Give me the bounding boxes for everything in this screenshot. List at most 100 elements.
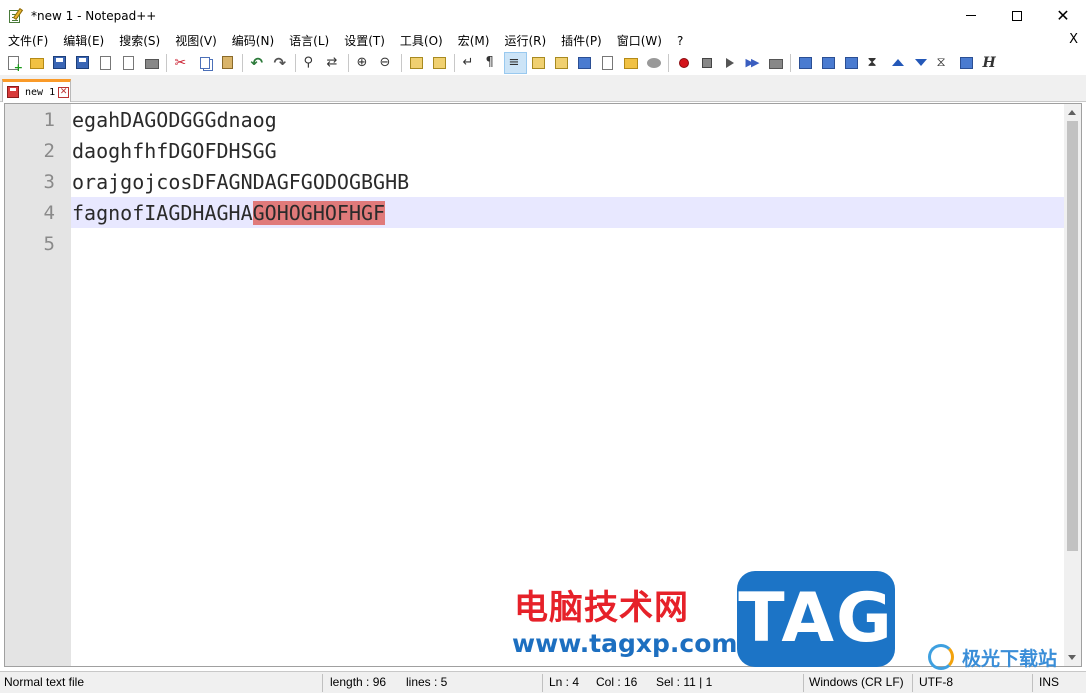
close-file-icon	[100, 55, 111, 70]
scroll-up-icon[interactable]	[1068, 110, 1076, 115]
scrollbar-thumb[interactable]	[1067, 121, 1078, 551]
menu-help[interactable]: ?	[669, 34, 690, 48]
window-controls: ✕	[948, 0, 1086, 31]
record-macro-icon	[678, 57, 689, 68]
save-macro-button[interactable]	[764, 52, 787, 74]
toolbar-separator	[242, 53, 243, 72]
folder-workspace-button[interactable]	[619, 52, 642, 74]
undo-icon: ↶	[250, 53, 264, 72]
toolbar-separator	[166, 53, 167, 72]
plugin-button-6[interactable]	[955, 52, 978, 74]
zoom-out-button[interactable]: ⊖	[375, 52, 398, 74]
save-macro-icon	[768, 59, 783, 69]
menu-macro[interactable]: 宏(M)	[450, 32, 497, 49]
doc-map-button[interactable]	[550, 52, 573, 74]
sync-horizontal-button[interactable]	[428, 52, 451, 74]
notepad-app-icon	[8, 7, 24, 24]
tab-close-icon[interactable]: ✕	[58, 86, 70, 98]
stop-macro-button[interactable]	[695, 52, 718, 74]
code-line[interactable]: egahDAGODGGGdnaog	[71, 105, 277, 136]
function-list-button[interactable]	[596, 52, 619, 74]
plugin-button-1[interactable]	[794, 52, 817, 74]
code-line[interactable]: daoghfhfDGOFDHSGG	[71, 136, 277, 167]
show-all-chars-button[interactable]: ¶	[481, 52, 504, 74]
status-mode[interactable]: INS	[1039, 675, 1059, 689]
udl-icon	[532, 56, 545, 69]
watermark-url: www.tagxp.com	[512, 629, 738, 658]
menu-encoding[interactable]: 编码(N)	[224, 32, 281, 49]
line-number: 2	[43, 140, 55, 162]
zoom-out-icon: ⊖	[379, 54, 391, 70]
plugin-button-4[interactable]: ⧗	[863, 52, 886, 74]
undo-button[interactable]: ↶	[246, 52, 269, 74]
doc-list-button[interactable]	[573, 52, 596, 74]
record-macro-button[interactable]	[672, 52, 695, 74]
open-file-button[interactable]	[25, 52, 48, 74]
h-button[interactable]: H	[978, 52, 1001, 74]
code-line[interactable]	[71, 229, 72, 260]
menu-file[interactable]: 文件(F)	[0, 32, 55, 49]
find-button[interactable]: ⚲	[299, 52, 322, 74]
close-all-button[interactable]	[117, 52, 140, 74]
plugin-icon-6	[960, 56, 973, 69]
status-encoding[interactable]: UTF-8	[919, 675, 953, 689]
monitoring-button[interactable]	[642, 52, 665, 74]
code-text: egahDAGODGGGdnaog	[72, 108, 277, 132]
indent-guide-button[interactable]: ≡	[504, 51, 527, 74]
zoom-in-button[interactable]: ⊕	[352, 52, 375, 74]
paste-button[interactable]	[216, 52, 239, 74]
save-all-button[interactable]	[71, 52, 94, 74]
menu-search[interactable]: 搜索(S)	[111, 32, 167, 49]
print-button[interactable]	[140, 52, 163, 74]
menu-language[interactable]: 语言(L)	[281, 32, 336, 49]
menu-settings[interactable]: 设置(T)	[336, 32, 392, 49]
menu-window[interactable]: 窗口(W)	[609, 32, 669, 49]
copy-icon	[199, 56, 210, 69]
menu-bar: 文件(F) 编辑(E) 搜索(S) 视图(V) 编码(N) 语言(L) 设置(T…	[0, 31, 1086, 50]
plugin-icon-1	[799, 56, 812, 69]
status-length: length : 96	[330, 675, 387, 689]
find-icon: ⚲	[303, 54, 314, 70]
plugin-button-3[interactable]	[840, 52, 863, 74]
menu-edit[interactable]: 编辑(E)	[55, 32, 111, 49]
replace-button[interactable]: ⇄	[322, 52, 345, 74]
close-document-button[interactable]: X	[1069, 32, 1078, 47]
toolbar: ✂ ↶ ↷ ⚲ ⇄ ⊕ ⊖ ↵ ¶ ≡ ▶▶ ⧗ ⧖ H	[0, 50, 1086, 75]
close-file-button[interactable]	[94, 52, 117, 74]
code-line[interactable]: orajgojcosDFAGNDAGFGODOGBGHB	[71, 167, 409, 198]
play-macro-button[interactable]	[718, 52, 741, 74]
line-number: 4	[43, 202, 55, 224]
arrow-down-button[interactable]	[909, 52, 932, 74]
redo-icon: ↷	[273, 53, 287, 72]
code-line-current[interactable]: fagnofIAGDHAGHAGOHOGHOFHGF	[71, 198, 386, 229]
tab-new-1[interactable]: new 1 ✕	[2, 79, 71, 102]
menu-tools[interactable]: 工具(O)	[392, 32, 450, 49]
zoom-in-icon: ⊕	[356, 54, 368, 70]
sync-vertical-button[interactable]	[405, 52, 428, 74]
minimize-button[interactable]	[948, 0, 994, 31]
arrow-up-button[interactable]	[886, 52, 909, 74]
plugin-button-2[interactable]	[817, 52, 840, 74]
vertical-scrollbar[interactable]	[1064, 104, 1081, 666]
h-icon: H	[982, 54, 996, 71]
save-button[interactable]	[48, 52, 71, 74]
play-macro-icon	[725, 57, 734, 68]
status-divider	[322, 674, 323, 692]
copy-button[interactable]	[193, 52, 216, 74]
maximize-button[interactable]	[994, 0, 1040, 31]
cut-button[interactable]: ✂	[170, 52, 193, 74]
menu-run[interactable]: 运行(R)	[496, 32, 553, 49]
redo-button[interactable]: ↷	[269, 52, 292, 74]
menu-view[interactable]: 视图(V)	[167, 32, 224, 49]
word-wrap-button[interactable]: ↵	[458, 52, 481, 74]
plugin-button-5[interactable]: ⧖	[932, 52, 955, 74]
close-window-button[interactable]: ✕	[1040, 0, 1086, 31]
unsaved-file-icon	[7, 86, 19, 98]
menu-plugins[interactable]: 插件(P)	[553, 32, 609, 49]
stop-macro-icon	[701, 57, 712, 68]
new-file-button[interactable]	[2, 52, 25, 74]
run-macro-multiple-button[interactable]: ▶▶	[741, 52, 764, 74]
status-eol[interactable]: Windows (CR LF)	[809, 675, 904, 689]
plugin-icon-5: ⧖	[936, 54, 946, 70]
udl-button[interactable]	[527, 52, 550, 74]
